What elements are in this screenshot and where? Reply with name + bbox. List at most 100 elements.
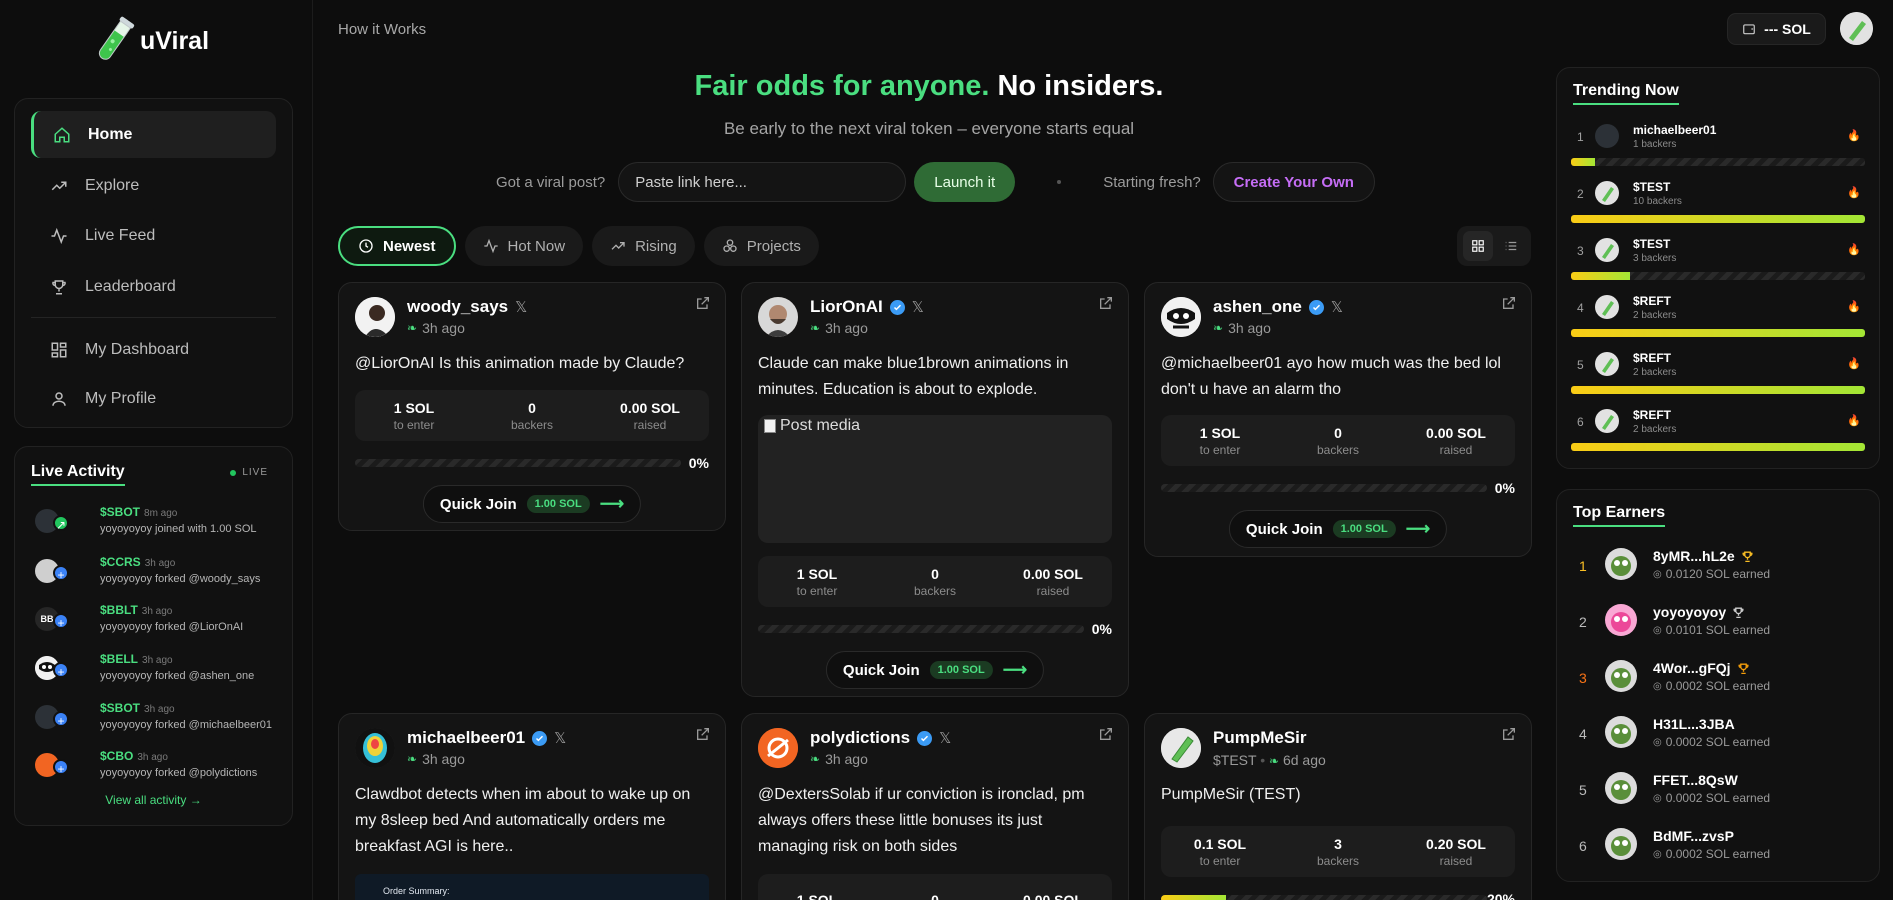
avatar: [355, 297, 395, 337]
quick-join-button[interactable]: Quick Join 1.00 SOL ⟶: [1228, 510, 1448, 548]
list-view-button[interactable]: [1496, 231, 1526, 261]
avatar: [1595, 181, 1619, 205]
earner-name: BdMF...zvsP: [1653, 828, 1734, 844]
earner-amount: ◎ 0.0002 SOL earned: [1653, 735, 1771, 749]
trending-panel: Trending Now 1 michaelbeer01 1 backers 🔥 2 $T…: [1556, 67, 1880, 469]
trending-item[interactable]: 3 $TEST 3 backers 🔥: [1571, 234, 1865, 290]
tab-projects[interactable]: Projects: [703, 226, 819, 266]
activity-item[interactable]: ↗ $SBOT 8m ago yoyoyoyoy joined with 1.00…: [35, 503, 285, 543]
leaf-icon: ❧: [1213, 321, 1224, 335]
post-card[interactable]: ashen_one 𝕏 ❧ 3h ago @michaelbeer01 ayo ho…: [1144, 282, 1532, 557]
avatar: [1605, 772, 1637, 804]
author-name: LiorOnAI 𝕏: [810, 297, 924, 316]
post-card[interactable]: PumpMeSir $TEST • ❧ 6d ago PumpMeSir (TE…: [1144, 713, 1532, 900]
avatar: [1595, 238, 1619, 262]
quick-join-button[interactable]: Quick Join 1.00 SOL ⟶: [422, 485, 642, 523]
grid-view-button[interactable]: [1462, 231, 1493, 261]
stat-entry: 1 SOL to enter: [796, 565, 838, 598]
post-media[interactable]: Order Summary:: [355, 874, 709, 900]
earner-item[interactable]: 2 yoyoyoyoy ◎ 0.0101 SOL earned: [1571, 600, 1865, 650]
post-text: @michaelbeer01 ayo how much was the bed …: [1161, 355, 1501, 398]
nav-item-live-feed[interactable]: Live Feed: [31, 212, 276, 259]
stat-backers: 0: [931, 891, 939, 900]
post-time: ❧ 3h ago: [407, 320, 465, 336]
activity-item[interactable]: + $BELL 3h ago yoyoyoyoy forked @ashen_on…: [35, 650, 285, 690]
paste-link-input[interactable]: [618, 162, 907, 202]
activity-time: 3h ago: [141, 606, 173, 617]
top-earners-title: Top Earners: [1573, 504, 1666, 527]
external-link-icon[interactable]: [695, 726, 711, 742]
nav-item-leaderboard[interactable]: Leaderboard: [31, 263, 276, 310]
earner-item[interactable]: 4 H31L...3JBA ◎ 0.0002 SOL earned: [1571, 712, 1865, 762]
earner-item[interactable]: 5 FFET...8QsW ◎ 0.0002 SOL earned: [1571, 768, 1865, 818]
nav-label-live-feed: Live Feed: [85, 226, 156, 244]
earner-item[interactable]: 6 BdMF...zvsP ◎ 0.0002 SOL earned: [1571, 824, 1865, 874]
nav-item-my-dashboard[interactable]: My Dashboard: [31, 326, 276, 373]
nav-label-leaderboard: Leaderboard: [85, 277, 176, 295]
tab-newest[interactable]: Newest: [338, 226, 456, 266]
trending-backers: 2 backers: [1633, 310, 1677, 321]
main-nav: Home Explore Live Feed Leaderboard My Da…: [14, 98, 293, 428]
post-card[interactable]: polydictions 𝕏 ❧ 3h ago @DextersSolab if u…: [741, 713, 1129, 900]
activity-desc: yoyoyoyoy forked @ashen_one: [100, 670, 255, 682]
trending-progress: [1571, 272, 1865, 280]
author-name: woody_says 𝕏: [407, 297, 528, 316]
progress-bar: [1161, 895, 1487, 900]
progress-bar: [1161, 484, 1487, 492]
external-link-icon[interactable]: [1501, 726, 1517, 742]
boxes-icon: [723, 239, 737, 252]
post-stats: 1 SOL to enter 0 backers 0.00 SOL raised: [758, 556, 1112, 607]
nav-label-explore: Explore: [85, 176, 140, 194]
stat-backers: 3 backers: [1316, 835, 1360, 868]
trending-name: $REFT: [1633, 294, 1672, 308]
trending-rank: 6: [1577, 415, 1584, 429]
create-your-own-button[interactable]: Create Your Own: [1212, 162, 1375, 202]
activity-item[interactable]: + $CBO 3h ago yoyoyoyoy forked @polydicti…: [35, 747, 285, 787]
author-name: PumpMeSir: [1213, 728, 1307, 747]
activity-item[interactable]: BB + $BBLT 3h ago yoyoyoyoy forked @LiorO…: [35, 601, 285, 641]
activity-ticker: $SBOT 3h ago: [100, 701, 175, 715]
earner-rank: 5: [1579, 782, 1587, 798]
earner-item[interactable]: 3 4Wor...gFQj ◎ 0.0002 SOL earned: [1571, 656, 1865, 706]
trending-progress: [1571, 215, 1865, 223]
tab-hot-now[interactable]: Hot Now: [464, 226, 584, 266]
nav-item-home[interactable]: Home: [31, 111, 276, 158]
nav-item-explore[interactable]: Explore: [31, 162, 276, 209]
view-all-activity-link[interactable]: View all activity →: [15, 793, 292, 807]
trending-item[interactable]: 5 $REFT 2 backers 🔥: [1571, 348, 1865, 404]
external-link-icon[interactable]: [1501, 295, 1517, 311]
activity-item[interactable]: + $CCRS 3h ago yoyoyoyoy forked @woody_sa…: [35, 553, 285, 593]
how-it-works-link[interactable]: How it Works: [338, 21, 426, 38]
user-avatar[interactable]: [1840, 12, 1873, 45]
live-indicator: LIVE: [230, 467, 268, 478]
trending-item[interactable]: 6 $REFT 2 backers 🔥: [1571, 405, 1865, 461]
quick-join-button[interactable]: Quick Join 1.00 SOL ⟶: [825, 651, 1045, 689]
earner-amount: ◎ 0.0002 SOL earned: [1653, 847, 1771, 861]
nav-item-my-profile[interactable]: My Profile: [31, 375, 276, 422]
trending-name: $TEST: [1633, 180, 1671, 194]
external-link-icon[interactable]: [1098, 295, 1114, 311]
post-media[interactable]: Post media: [758, 415, 1112, 543]
tab-rising[interactable]: Rising: [592, 226, 695, 266]
sidebar: uViral Home Explore Live Feed Leaderboar…: [0, 0, 313, 900]
activity-item[interactable]: + $SBOT 3h ago yoyoyoyoy forked @michaelb…: [35, 699, 285, 739]
trending-item[interactable]: 4 $REFT 2 backers 🔥: [1571, 291, 1865, 347]
trending-name: $REFT: [1633, 408, 1672, 422]
earner-item[interactable]: 1 8yMR...hL2e ◎ 0.0120 SOL earned: [1571, 544, 1865, 594]
join-amount: 1.00 SOL: [526, 495, 590, 513]
earner-rank: 4: [1579, 726, 1587, 742]
post-card[interactable]: michaelbeer01 𝕏 ❧ 3h ago Clawdbot detects …: [338, 713, 726, 900]
trending-item[interactable]: 2 $TEST 10 backers 🔥: [1571, 177, 1865, 233]
stat-entry: 1 SOL: [796, 891, 838, 900]
wallet-button[interactable]: --- SOL: [1727, 13, 1826, 45]
earner-amount: ◎ 0.0002 SOL earned: [1653, 679, 1771, 693]
post-card[interactable]: LiorOnAI 𝕏 ❧ 3h ago Claude can make blue1b…: [741, 282, 1129, 697]
launch-row: Got a viral post? Launch it Starting fre…: [496, 162, 1375, 202]
ticker: $TEST: [1213, 752, 1257, 768]
launch-button[interactable]: Launch it: [914, 162, 1016, 202]
trending-item[interactable]: 1 michaelbeer01 1 backers 🔥: [1571, 120, 1865, 176]
logo[interactable]: uViral: [92, 14, 209, 68]
external-link-icon[interactable]: [1098, 726, 1114, 742]
post-card[interactable]: woody_says 𝕏 ❧ 3h ago @LiorOnAI Is this an…: [338, 282, 726, 531]
external-link-icon[interactable]: [695, 295, 711, 311]
